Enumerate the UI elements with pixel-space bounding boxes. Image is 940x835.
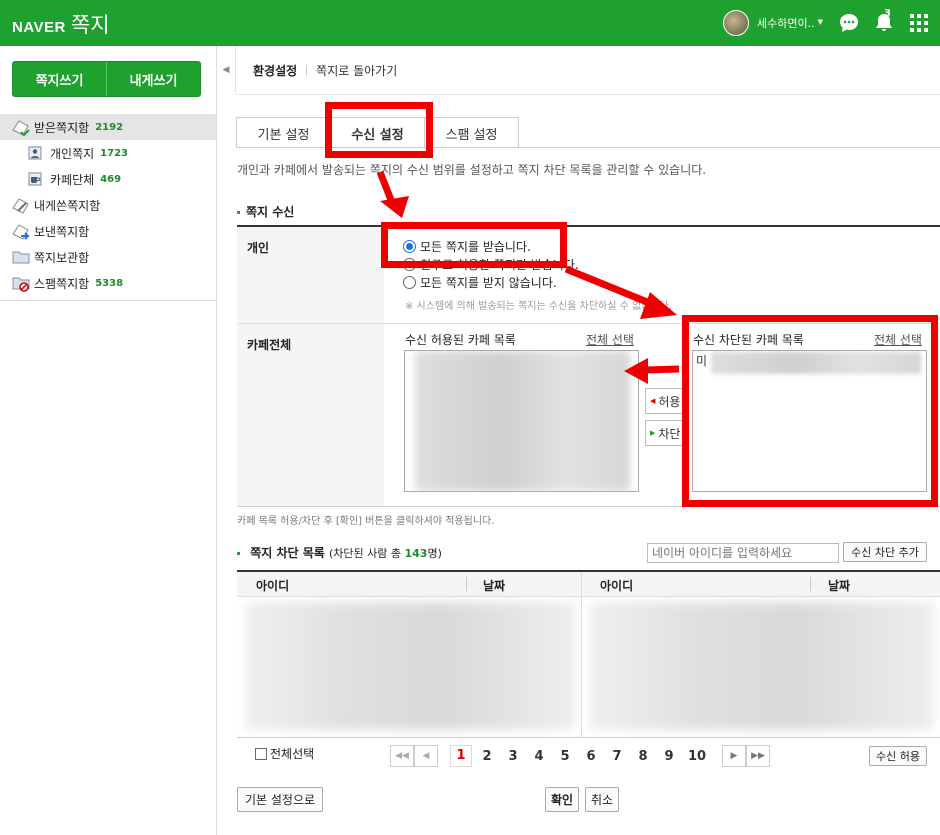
annotation-arrows	[376, 170, 680, 384]
